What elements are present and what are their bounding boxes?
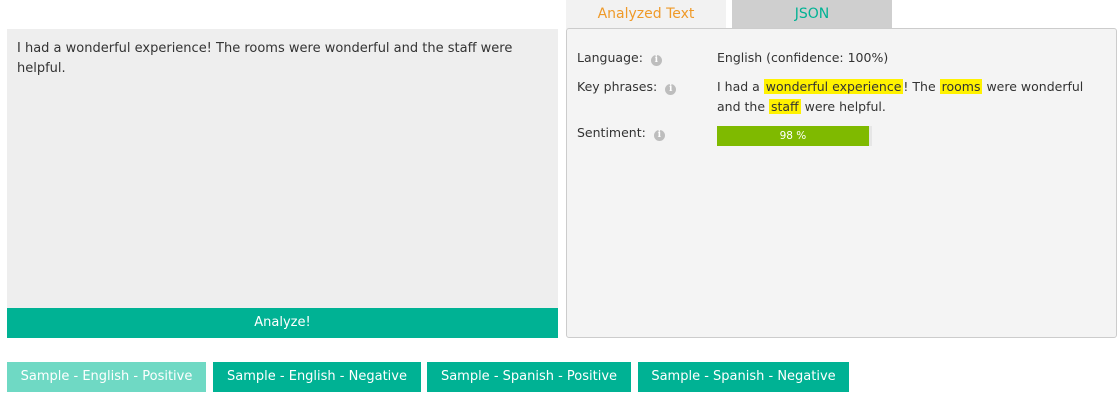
sentiment-bar-fill: 98 % [717, 126, 869, 146]
sample-spanish-positive-button[interactable]: Sample - Spanish - Positive [427, 362, 631, 392]
tab-analyzed-text[interactable]: Analyzed Text [566, 0, 726, 29]
tab-json[interactable]: JSON [732, 0, 892, 29]
language-label-group: Language: i [577, 48, 717, 68]
sample-english-positive-button[interactable]: Sample - English - Positive [7, 362, 206, 392]
key-phrase-text: were helpful. [800, 99, 886, 114]
info-icon[interactable]: i [665, 84, 677, 95]
sentiment-row: Sentiment: i 98 % [577, 123, 1106, 149]
language-row: Language: i English (confidence: 100%) [577, 48, 1106, 68]
key-phrase-highlight: wonderful experience [763, 79, 904, 94]
text-input[interactable]: I had a wonderful experience! The rooms … [7, 29, 558, 309]
sample-english-negative-button[interactable]: Sample - English - Negative [213, 362, 421, 392]
key-phrase-text: I had a [717, 79, 764, 94]
sample-spanish-negative-button[interactable]: Sample - Spanish - Negative [638, 362, 849, 392]
language-value: English (confidence: 100%) [717, 50, 889, 65]
key-phrases-label-group: Key phrases: i [577, 77, 717, 97]
key-phrase-highlight: rooms [939, 79, 983, 94]
sentiment-label: Sentiment: [577, 125, 646, 140]
sentiment-bar: 98 % [717, 126, 872, 146]
analyze-button[interactable]: Analyze! [7, 308, 558, 338]
key-phrases-label: Key phrases: [577, 79, 658, 94]
key-phrases-value: I had a wonderful experience! The rooms … [717, 77, 1107, 117]
key-phrase-text: ! The [903, 79, 940, 94]
key-phrases-row: Key phrases: i I had a wonderful experie… [577, 77, 1106, 117]
results-panel: Language: i English (confidence: 100%) K… [566, 28, 1117, 338]
info-icon[interactable]: i [650, 55, 662, 66]
key-phrase-highlight: staff [768, 99, 801, 114]
info-icon[interactable]: i [653, 130, 665, 141]
sentiment-label-group: Sentiment: i [577, 123, 717, 143]
language-label: Language: [577, 50, 643, 65]
